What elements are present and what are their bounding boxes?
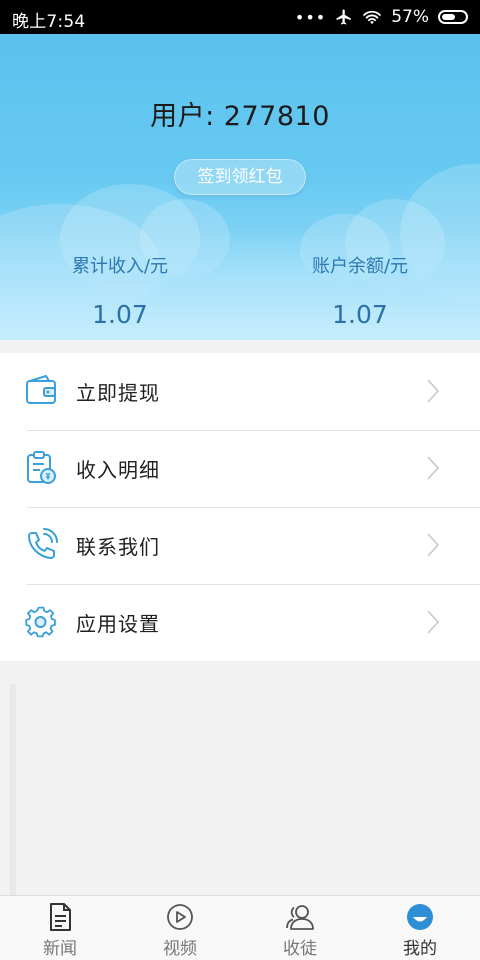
menu-item-app-settings[interactable]: 应用设置 (0, 584, 480, 661)
status-bar: 晚上7:54 ••• 57% (0, 0, 480, 34)
status-icons: ••• 57% (295, 6, 468, 28)
notification-dots-icon: ••• (294, 7, 327, 27)
clipboard-icon (27, 451, 56, 484)
nav-tab-apprentice[interactable]: 收徒 (240, 896, 360, 960)
bottom-nav: 新闻 视频 收徒 我的 (0, 895, 480, 960)
chevron-right-icon (427, 610, 440, 634)
nav-tab-news[interactable]: 新闻 (0, 896, 120, 960)
menu-item-income-details[interactable]: 收入明细 (0, 430, 480, 507)
user-id-title: 用户: 277810 (150, 101, 330, 132)
balance-value: 1.07 (332, 300, 388, 329)
total-income-value: 1.07 (92, 300, 148, 329)
scroll-edge (10, 684, 16, 896)
nav-label-video: 视频 (163, 939, 197, 959)
total-income-stat: 累计收入/元 1.07 (0, 252, 240, 329)
menu-label-app-settings: 应用设置 (76, 612, 160, 636)
balance-stat: 账户余额/元 1.07 (240, 252, 480, 329)
nav-label-mine: 我的 (403, 939, 437, 959)
gear-icon (25, 606, 56, 638)
battery-level (442, 14, 455, 20)
news-icon (50, 903, 71, 931)
airplane-icon (336, 9, 351, 25)
nav-label-apprentice: 收徒 (283, 939, 317, 959)
sign-in-red-packet-button[interactable]: 签到领红包 (174, 159, 306, 195)
wifi-icon (363, 10, 382, 25)
nav-tab-mine[interactable]: 我的 (360, 896, 480, 960)
users-icon (286, 905, 314, 930)
phone-icon (28, 528, 58, 559)
menu-label-income-details: 收入明细 (76, 458, 160, 482)
nav-label-news: 新闻 (43, 939, 77, 959)
menu-item-withdraw[interactable]: 立即提现 (0, 353, 480, 430)
video-play-icon (167, 904, 193, 930)
chevron-right-icon (427, 533, 440, 557)
battery-icon (438, 10, 468, 24)
chevron-right-icon (427, 456, 440, 480)
status-time: 晚上7:54 (12, 12, 86, 32)
menu-label-contact-us: 联系我们 (76, 535, 160, 559)
nav-tab-video[interactable]: 视频 (120, 896, 240, 960)
profile-icon (407, 904, 433, 930)
total-income-label: 累计收入/元 (71, 256, 169, 277)
battery-percent: 57% (391, 7, 429, 27)
menu-list: 立即提现 收入明细 联系我们 应用设置 (0, 353, 480, 661)
balance-label: 账户余额/元 (311, 256, 409, 277)
wallet-icon (26, 375, 56, 404)
screen: 晚上7:54 ••• 57% 用户: 277810 签到领红包 累计收入/元 1… (0, 0, 480, 960)
menu-label-withdraw: 立即提现 (76, 381, 160, 405)
chevron-right-icon (427, 379, 440, 403)
menu-item-contact-us[interactable]: 联系我们 (0, 507, 480, 584)
profile-header: 用户: 277810 签到领红包 累计收入/元 1.07 账户余额/元 1.07 (0, 34, 480, 340)
